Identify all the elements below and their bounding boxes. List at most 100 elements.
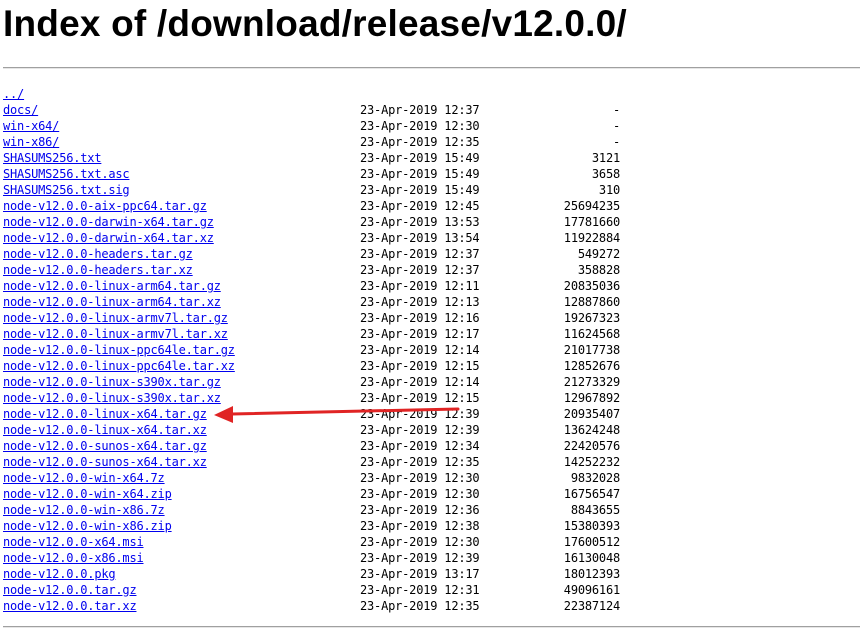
- listing-row: node-v12.0.0-darwin-x64.tar.xz 23-Apr-201…: [3, 230, 623, 246]
- file-date: 23-Apr-2019 12:30: [360, 535, 480, 549]
- file-date: 23-Apr-2019 13:54: [360, 231, 480, 245]
- file-listing: ../docs/23-Apr-2019 12:37 - win-x64/23-Apr…: [3, 86, 623, 614]
- file-date: 23-Apr-2019 12:15: [360, 359, 480, 373]
- file-date: 23-Apr-2019 12:37: [360, 263, 480, 277]
- file-link[interactable]: node-v12.0.0.tar.xz: [3, 598, 137, 614]
- file-size: 18012393: [563, 567, 620, 581]
- file-size: 12967892: [563, 391, 620, 405]
- file-size: 21017738: [563, 343, 620, 357]
- listing-row: node-v12.0.0-x86.msi 23-Apr-2019 12:39 161…: [3, 550, 623, 566]
- file-link[interactable]: SHASUMS256.txt.asc: [3, 166, 130, 182]
- listing-row: node-v12.0.0-linux-arm64.tar.xz 23-Apr-20…: [3, 294, 623, 310]
- file-link[interactable]: node-v12.0.0-aix-ppc64.tar.gz: [3, 198, 207, 214]
- file-size: 15380393: [563, 519, 620, 533]
- listing-row: node-v12.0.0-win-x64.zip 23-Apr-2019 12:3…: [3, 486, 623, 502]
- file-link[interactable]: node-v12.0.0-darwin-x64.tar.xz: [3, 230, 214, 246]
- file-date: 23-Apr-2019 12:34: [360, 439, 480, 453]
- file-size: 14252232: [563, 455, 620, 469]
- file-link[interactable]: node-v12.0.0-linux-armv7l.tar.gz: [3, 310, 228, 326]
- listing-row: node-v12.0.0-linux-s390x.tar.gz 23-Apr-20…: [3, 374, 623, 390]
- listing-row: node-v12.0.0-sunos-x64.tar.xz 23-Apr-2019…: [3, 454, 623, 470]
- file-link[interactable]: node-v12.0.0-sunos-x64.tar.xz: [3, 454, 207, 470]
- file-link[interactable]: docs/: [3, 102, 38, 118]
- listing-row: node-v12.0.0.tar.gz 23-Apr-2019 12:31 4909…: [3, 582, 623, 598]
- file-link[interactable]: node-v12.0.0.pkg: [3, 566, 116, 582]
- file-link[interactable]: node-v12.0.0-linux-ppc64le.tar.gz: [3, 342, 235, 358]
- listing-row: node-v12.0.0-win-x86.zip 23-Apr-2019 12:3…: [3, 518, 623, 534]
- listing-row: win-x86/23-Apr-2019 12:35 -: [3, 134, 623, 150]
- file-size: -: [612, 103, 620, 117]
- file-link[interactable]: node-v12.0.0-linux-s390x.tar.xz: [3, 390, 221, 406]
- file-size: 3658: [591, 167, 620, 181]
- file-link[interactable]: node-v12.0.0-linux-x64.tar.gz: [3, 406, 207, 422]
- file-link[interactable]: node-v12.0.0-sunos-x64.tar.gz: [3, 438, 207, 454]
- file-link[interactable]: ../: [3, 86, 24, 102]
- file-date: 23-Apr-2019 12:14: [360, 343, 480, 357]
- listing-row: SHASUMS256.txt.asc 23-Apr-2019 15:49 3658: [3, 166, 623, 182]
- file-date: 23-Apr-2019 15:49: [360, 151, 480, 165]
- file-size: 17600512: [563, 535, 620, 549]
- file-date: 23-Apr-2019 12:31: [360, 583, 480, 597]
- file-link[interactable]: node-v12.0.0-linux-x64.tar.xz: [3, 422, 207, 438]
- listing-row: node-v12.0.0-win-x86.7z 23-Apr-2019 12:36…: [3, 502, 623, 518]
- file-link[interactable]: node-v12.0.0-linux-arm64.tar.xz: [3, 294, 221, 310]
- listing-row: node-v12.0.0-linux-ppc64le.tar.gz 23-Apr-…: [3, 342, 623, 358]
- listing-row: node-v12.0.0-x64.msi 23-Apr-2019 12:30 176…: [3, 534, 623, 550]
- file-size: 25694235: [563, 199, 620, 213]
- file-size: 3121: [591, 151, 620, 165]
- file-link[interactable]: node-v12.0.0-win-x64.zip: [3, 486, 172, 502]
- listing-row: node-v12.0.0-linux-x64.tar.xz 23-Apr-2019…: [3, 422, 623, 438]
- file-link[interactable]: node-v12.0.0-x64.msi: [3, 534, 144, 550]
- file-size: 20935407: [563, 407, 620, 421]
- file-link[interactable]: node-v12.0.0-headers.tar.gz: [3, 246, 193, 262]
- file-date: 23-Apr-2019 12:30: [360, 487, 480, 501]
- file-link[interactable]: win-x64/: [3, 118, 59, 134]
- listing-row: node-v12.0.0-headers.tar.gz 23-Apr-2019 1…: [3, 246, 623, 262]
- file-size: 358828: [577, 263, 620, 277]
- file-link[interactable]: node-v12.0.0-linux-ppc64le.tar.xz: [3, 358, 235, 374]
- file-link[interactable]: node-v12.0.0-linux-s390x.tar.gz: [3, 374, 221, 390]
- listing-row: node-v12.0.0-linux-s390x.tar.xz 23-Apr-20…: [3, 390, 623, 406]
- listing-row: node-v12.0.0-linux-ppc64le.tar.xz 23-Apr-…: [3, 358, 623, 374]
- file-date: 23-Apr-2019 12:39: [360, 407, 480, 421]
- file-link[interactable]: node-v12.0.0.tar.gz: [3, 582, 137, 598]
- listing-row: node-v12.0.0-linux-armv7l.tar.xz 23-Apr-2…: [3, 326, 623, 342]
- file-date: 23-Apr-2019 12:35: [360, 599, 480, 613]
- file-date: 23-Apr-2019 12:30: [360, 471, 480, 485]
- file-link[interactable]: node-v12.0.0-darwin-x64.tar.gz: [3, 214, 214, 230]
- file-date: 23-Apr-2019 13:53: [360, 215, 480, 229]
- page-title: Index of /download/release/v12.0.0/: [3, 3, 627, 44]
- file-size: -: [612, 119, 620, 133]
- file-date: 23-Apr-2019 12:35: [360, 135, 480, 149]
- file-link[interactable]: node-v12.0.0-win-x86.zip: [3, 518, 172, 534]
- listing-row: ../: [3, 86, 623, 102]
- listing-row: node-v12.0.0-linux-arm64.tar.gz 23-Apr-20…: [3, 278, 623, 294]
- file-date: 23-Apr-2019 12:35: [360, 455, 480, 469]
- file-link[interactable]: SHASUMS256.txt.sig: [3, 182, 130, 198]
- file-link[interactable]: node-v12.0.0-linux-arm64.tar.gz: [3, 278, 221, 294]
- listing-row: node-v12.0.0-linux-armv7l.tar.gz 23-Apr-2…: [3, 310, 623, 326]
- listing-row: node-v12.0.0.tar.xz 23-Apr-2019 12:35 2238…: [3, 598, 623, 614]
- file-date: 23-Apr-2019 15:49: [360, 183, 480, 197]
- file-link[interactable]: node-v12.0.0-win-x86.7z: [3, 502, 165, 518]
- file-size: 22420576: [563, 439, 620, 453]
- listing-row: node-v12.0.0-aix-ppc64.tar.gz 23-Apr-2019…: [3, 198, 623, 214]
- file-link[interactable]: node-v12.0.0-linux-armv7l.tar.xz: [3, 326, 228, 342]
- file-link[interactable]: win-x86/: [3, 134, 59, 150]
- file-size: 549272: [577, 247, 620, 261]
- file-size: 310: [598, 183, 620, 197]
- listing-row: SHASUMS256.txt.sig 23-Apr-2019 15:49 310: [3, 182, 623, 198]
- file-date: 23-Apr-2019 12:39: [360, 551, 480, 565]
- listing-row: node-v12.0.0-darwin-x64.tar.gz 23-Apr-201…: [3, 214, 623, 230]
- file-date: 23-Apr-2019 12:39: [360, 423, 480, 437]
- file-link[interactable]: node-v12.0.0-x86.msi: [3, 550, 144, 566]
- file-link[interactable]: node-v12.0.0-headers.tar.xz: [3, 262, 193, 278]
- file-link[interactable]: node-v12.0.0-win-x64.7z: [3, 470, 165, 486]
- file-date: 23-Apr-2019 12:45: [360, 199, 480, 213]
- file-date: 23-Apr-2019 12:16: [360, 311, 480, 325]
- file-size: -: [612, 135, 620, 149]
- file-date: 23-Apr-2019 13:17: [360, 567, 480, 581]
- listing-row: node-v12.0.0-headers.tar.xz 23-Apr-2019 1…: [3, 262, 623, 278]
- file-link[interactable]: SHASUMS256.txt: [3, 150, 102, 166]
- listing-row: node-v12.0.0.pkg 23-Apr-2019 13:17 1801239…: [3, 566, 623, 582]
